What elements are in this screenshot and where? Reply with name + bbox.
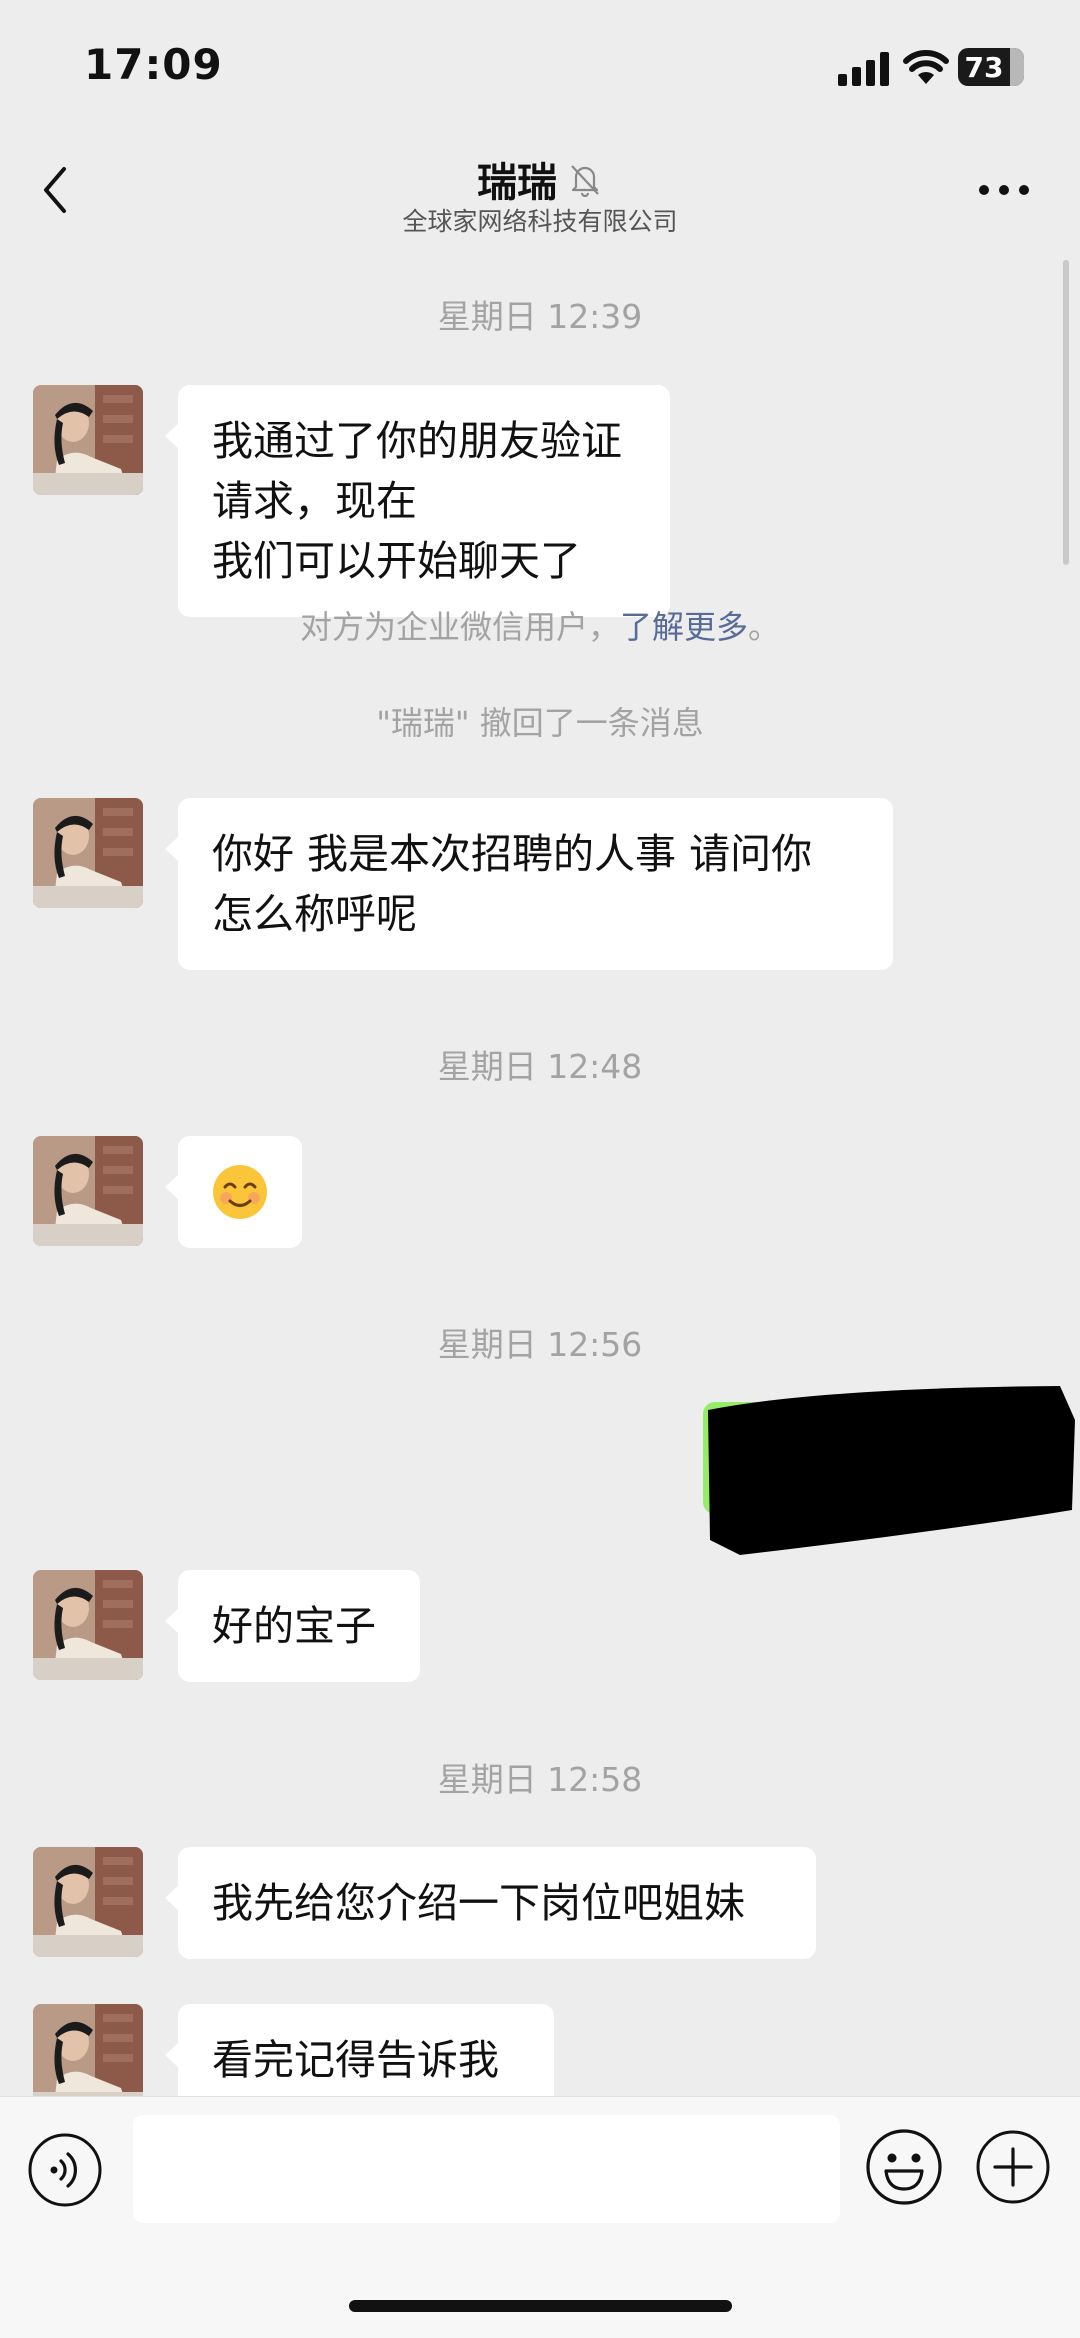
message-timestamp: 星期日 12:56 [437,1325,643,1364]
cellular-signal-icon [838,52,889,86]
smiling-face-icon [213,1165,267,1219]
wifi-icon [903,50,949,84]
avatar[interactable] [33,1136,143,1246]
bell-slash-icon [571,165,599,197]
battery-level: 73 [964,51,1004,84]
message-timestamp: 星期日 12:58 [437,1760,643,1799]
home-indicator[interactable] [349,2300,732,2312]
avatar[interactable] [33,1847,143,1957]
message-timestamp: 星期日 12:48 [437,1047,643,1086]
message-bubble[interactable]: 我通过了你的朋友验证请求，现在 我们可以开始聊天了 [165,385,670,617]
contact-name: 瑞瑞 [477,160,557,206]
message-text-line: 我通过了你的朋友验证请求，现在 [212,417,622,525]
message-bubble[interactable] [165,1136,302,1248]
voice-icon[interactable] [27,2132,103,2208]
message-text-line: 怎么称呼呢 [212,890,417,938]
message-input[interactable] [133,2115,840,2223]
avatar[interactable] [33,1570,143,1680]
message-text-line: 我先给您介绍一下岗位吧姐妹 [212,1879,745,1927]
avatar[interactable] [33,2004,143,2096]
chat-title: 瑞瑞 [0,150,1080,208]
message-timestamp: 星期日 12:39 [437,297,643,336]
avatar[interactable] [33,798,143,908]
avatar[interactable] [33,385,143,495]
redaction-scribble [708,1386,1075,1555]
message-text-line: 好的宝子 [212,1602,376,1650]
chat-messages: 星期日 12:39 我通过了你的朋友验证请求，现在 我们可以开始聊天了 对方为企… [0,250,1080,2096]
message-text-line: 我们可以开始聊天了 [212,537,581,585]
learn-more-link[interactable]: 了解更多 [620,608,748,646]
battery-icon: 73 [958,48,1024,86]
message-bubble[interactable]: 好的宝子 [165,1570,420,1682]
message-bubble[interactable]: 你好 我是本次招聘的人事 请问你 怎么称呼呢 [165,798,893,970]
emoji-icon[interactable] [864,2127,944,2207]
company-name: 全球家网络科技有限公司 [402,207,678,236]
ellipsis-icon[interactable] [978,182,1030,198]
chat-header: 瑞瑞 全球家网络科技有限公司 [0,120,1080,250]
message-bubble[interactable]: 看完记得告诉我 [165,2004,554,2096]
message-text-line: 你好 我是本次招聘的人事 请问你 [212,830,813,878]
system-notice: 对方为企业微信用户，了解更多。 [299,608,781,646]
plus-icon[interactable] [975,2129,1051,2205]
status-time: 17:09 [84,40,223,89]
message-bubble[interactable]: 我先给您介绍一下岗位吧姐妹 [165,1847,816,1959]
message-text-line: 看完记得告诉我 [212,2036,499,2084]
recall-notice: "瑞瑞" 撤回了一条消息 [376,704,704,742]
status-bar: 17:09 73 [0,0,1080,120]
